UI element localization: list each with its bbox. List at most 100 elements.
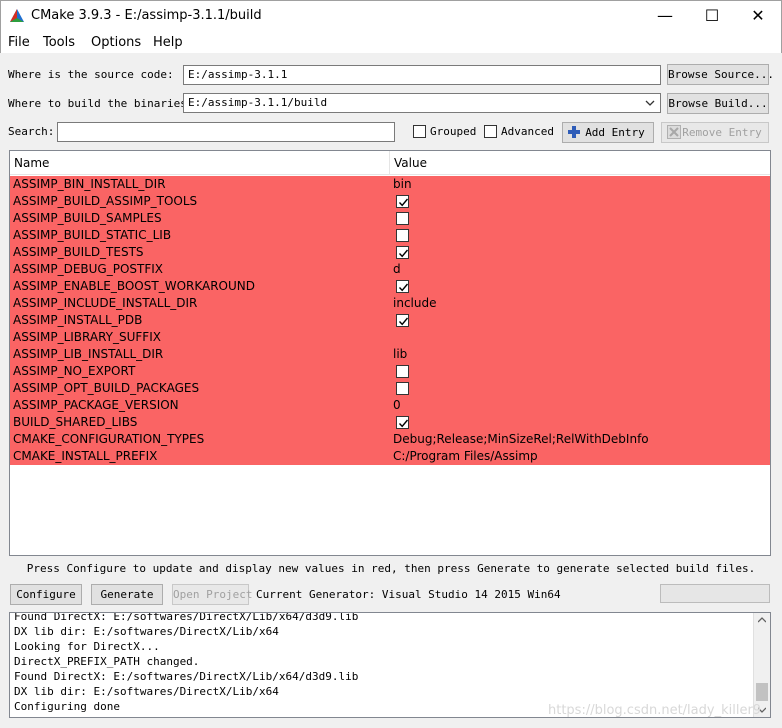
progress-bar [660,584,770,603]
variable-name: ASSIMP_LIB_INSTALL_DIR [13,347,164,361]
value-checkbox-checked[interactable] [396,314,409,327]
value-checkbox-checked[interactable] [396,246,409,259]
variable-name: ASSIMP_BUILD_ASSIMP_TOOLS [13,194,198,208]
table-row[interactable]: CMAKE_CONFIGURATION_TYPES Debug;Release;M… [10,431,770,448]
window-title: CMake 3.9.3 - E:/assimp-3.1.1/build [31,8,262,23]
log-vertical-scrollbar[interactable] [753,613,770,717]
variable-name: CMAKE_INSTALL_PREFIX [13,449,158,463]
variable-name: ASSIMP_INSTALL_PDB [13,313,143,327]
variable-value[interactable]: lib [393,346,407,363]
cache-variable-table[interactable]: Name Value ASSIMP_BIN_INSTALL_DIR bin ASSI… [9,150,771,556]
menu-help[interactable]: Help [153,35,183,50]
cmake-logo-icon [10,9,24,22]
current-generator-text: Current Generator: Visual Studio 14 2015… [256,588,561,601]
generate-button[interactable]: Generate [91,584,163,605]
table-row[interactable]: ASSIMP_INCLUDE_INSTALL_DIR include [10,295,770,312]
source-path-input[interactable]: E:/assimp-3.1.1 [183,65,661,85]
variable-name: ASSIMP_BIN_INSTALL_DIR [13,177,166,191]
column-header-name[interactable]: Name [14,156,49,170]
open-project-button[interactable]: Open Project [172,584,252,605]
table-row[interactable]: BUILD_SHARED_LIBS [10,414,770,431]
log-scroll-thumb[interactable] [756,683,768,701]
table-row[interactable]: ASSIMP_PACKAGE_VERSION 0 [10,397,770,414]
grouped-label: Grouped [430,125,477,138]
checkmark-icon [398,198,409,207]
variable-name: ASSIMP_LIBRARY_SUFFIX [13,330,161,344]
checkmark-icon [398,419,409,428]
log-line: DX lib dir: E:/softwares/DirectX/Lib/x64 [14,625,279,638]
log-line: Looking for DirectX... [14,640,160,653]
variable-name: ASSIMP_PACKAGE_VERSION [13,398,179,412]
variable-value[interactable]: include [393,295,436,312]
value-checkbox-checked[interactable] [396,195,409,208]
watermark-text: https://blog.csdn.net/lady_killer9 [548,703,762,718]
build-path-combobox[interactable]: E:/assimp-3.1.1/build [183,93,661,113]
variable-value[interactable]: 0 [393,397,401,414]
search-input[interactable] [57,122,395,142]
advanced-checkbox[interactable] [484,125,497,138]
value-checkbox[interactable] [396,229,409,242]
value-checkbox[interactable] [396,212,409,225]
plus-icon [568,126,580,138]
value-checkbox-checked[interactable] [396,416,409,429]
build-path-value: E:/assimp-3.1.1/build [188,96,328,109]
menu-options[interactable]: Options [91,35,141,50]
checkmark-icon [398,283,409,292]
advanced-label: Advanced [501,125,554,138]
browse-source-button[interactable]: Browse Source... [667,64,774,85]
remove-entry-label: Remove Entry [682,126,762,139]
log-line: DX lib dir: E:/softwares/DirectX/Lib/x64 [14,685,279,698]
table-row[interactable]: ASSIMP_BUILD_SAMPLES [10,210,770,227]
search-label: Search: [8,125,55,138]
table-row[interactable]: ASSIMP_BUILD_TESTS [10,244,770,261]
browse-build-button[interactable]: Browse Build... [667,93,769,114]
variable-name: CMAKE_CONFIGURATION_TYPES [13,432,205,446]
value-checkbox[interactable] [396,382,409,395]
minimize-button[interactable]: — [642,1,688,32]
column-divider[interactable] [389,151,390,175]
source-label: Where is the source code: [8,68,174,81]
variable-value[interactable]: C:/Program Files/Assimp [393,448,538,465]
table-row[interactable]: ASSIMP_LIB_INSTALL_DIR lib [10,346,770,363]
variable-name: ASSIMP_DEBUG_POSTFIX [13,262,163,276]
variable-value[interactable]: Debug;Release;MinSizeRel;RelWithDebInfo [393,431,649,448]
table-row[interactable]: ASSIMP_ENABLE_BOOST_WORKAROUND [10,278,770,295]
variable-name: ASSIMP_ENABLE_BOOST_WORKAROUND [13,279,255,293]
variable-name: ASSIMP_INCLUDE_INSTALL_DIR [13,296,198,310]
grouped-checkbox[interactable] [413,125,426,138]
scroll-up-icon[interactable] [758,617,766,623]
table-row[interactable]: ASSIMP_NO_EXPORT [10,363,770,380]
log-line: Found DirectX: E:/softwares/DirectX/Lib/… [14,670,359,683]
maximize-button[interactable]: ☐ [689,1,735,32]
value-checkbox[interactable] [396,365,409,378]
remove-x-icon [667,125,681,139]
column-header-value[interactable]: Value [394,156,427,170]
table-row[interactable]: ASSIMP_INSTALL_PDB [10,312,770,329]
log-line: Configuring done [14,700,120,713]
table-row[interactable]: ASSIMP_BUILD_ASSIMP_TOOLS [10,193,770,210]
table-row[interactable]: CMAKE_INSTALL_PREFIX C:/Program Files/Ass… [10,448,770,465]
variable-value[interactable]: d [393,261,401,278]
menu-file[interactable]: File [8,35,30,50]
table-row[interactable]: ASSIMP_BUILD_STATIC_LIB [10,227,770,244]
close-button[interactable]: ✕ [735,1,781,32]
variable-name: ASSIMP_BUILD_SAMPLES [13,211,162,225]
menu-tools[interactable]: Tools [43,35,75,50]
build-label: Where to build the binaries: [8,97,194,110]
table-row[interactable]: ASSIMP_OPT_BUILD_PACKAGES [10,380,770,397]
configure-hint: Press Configure to update and display ne… [26,562,756,575]
variable-name: ASSIMP_NO_EXPORT [13,364,136,378]
variable-value[interactable]: bin [393,176,412,193]
configure-button[interactable]: Configure [10,584,82,605]
variable-name: ASSIMP_OPT_BUILD_PACKAGES [13,381,200,395]
table-row[interactable]: ASSIMP_LIBRARY_SUFFIX [10,329,770,346]
chevron-down-icon[interactable] [645,99,655,107]
log-line: DirectX_PREFIX_PATH changed. [14,655,200,668]
value-checkbox-checked[interactable] [396,280,409,293]
variable-name: BUILD_SHARED_LIBS [13,415,138,429]
checkmark-icon [398,249,409,258]
title-bar: CMake 3.9.3 - E:/assimp-3.1.1/build — ☐ … [0,0,782,31]
table-row[interactable]: ASSIMP_BIN_INSTALL_DIR bin [10,176,770,193]
table-row[interactable]: ASSIMP_DEBUG_POSTFIX d [10,261,770,278]
add-entry-label: Add Entry [585,126,645,139]
